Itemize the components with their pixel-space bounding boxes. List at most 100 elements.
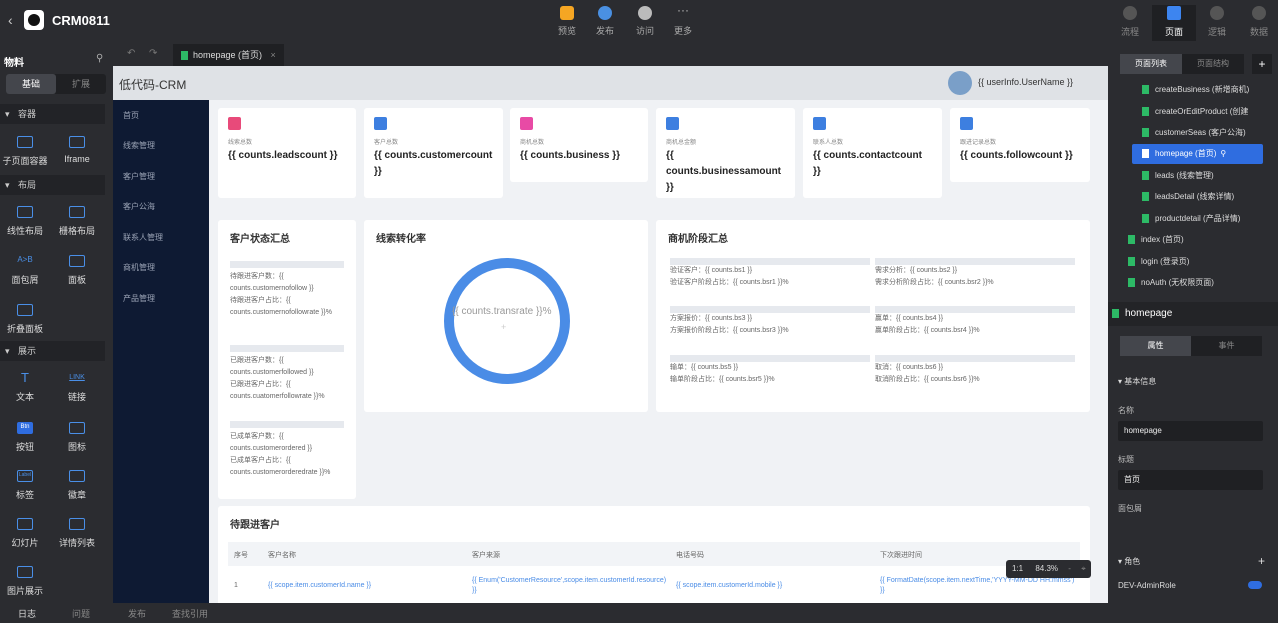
design-canvas[interactable]: 低代码-CRM {{ userInfo.UserName }} 首页 线索管理 …	[113, 66, 1108, 603]
tab-logic[interactable]: 逻辑	[1200, 6, 1234, 38]
tree-item-page[interactable]: productdetail (产品详情)	[1108, 209, 1273, 229]
zoom-ratio[interactable]: 1:1	[1012, 564, 1023, 573]
avatar[interactable]	[948, 71, 972, 95]
table-cell: {{ scope.item.customerId.mobile }}	[676, 582, 783, 589]
badge-icon	[69, 470, 85, 482]
tab-data[interactable]: 数据	[1242, 6, 1276, 38]
tab-basic[interactable]: 基础	[6, 74, 56, 94]
more-button[interactable]: ··· 更多	[669, 4, 697, 37]
component-breadcrumb[interactable]: A>B 面包屑	[0, 255, 50, 286]
tree-item-page[interactable]: noAuth (无权限页面)	[1108, 273, 1273, 293]
add-page-button[interactable]: +	[1252, 54, 1272, 74]
editor-tab-bar: ↶ ↷ homepage (首页) ×	[113, 44, 1108, 66]
status-line: 已成单客户占比：{{ counts.customerorderedrate }}…	[230, 457, 331, 476]
plus-icon: +	[501, 322, 507, 332]
nav-item-products[interactable]: 产品管理	[123, 293, 155, 304]
nav-item-leads[interactable]: 线索管理	[123, 140, 155, 151]
section-roles[interactable]: ▾ 角色	[1118, 556, 1140, 567]
component-folding-panel[interactable]: 折叠面板	[0, 304, 50, 335]
nav-item-customers[interactable]: 客户管理	[123, 171, 155, 182]
table-header: 序号 客户名称 客户来源 电话号码 下次跟进时间	[228, 542, 1080, 566]
add-role-button[interactable]: +	[1258, 554, 1265, 568]
tree-item-page[interactable]: leadsDetail (线索详情)	[1108, 187, 1273, 207]
fit-icon[interactable]: ⌖	[1081, 564, 1086, 573]
tab-properties[interactable]: 属性	[1120, 336, 1191, 356]
component-tag[interactable]: Label 标签	[0, 470, 50, 501]
section-basic-info[interactable]: ▾ 基本信息	[1118, 376, 1156, 387]
section-layout[interactable]: ▾ 布局	[0, 175, 105, 195]
nav-item-business[interactable]: 商机管理	[123, 262, 155, 273]
name-field[interactable]: homepage	[1118, 421, 1263, 441]
panel-title: 商机阶段汇总	[668, 234, 728, 245]
component-iframe[interactable]: Iframe	[52, 136, 102, 164]
tab-publish[interactable]: 发布	[128, 607, 146, 620]
tab-find-references[interactable]: 查找引用	[172, 607, 208, 620]
tab-page-structure[interactable]: 页面结构	[1182, 54, 1244, 74]
nav-item-contacts[interactable]: 联系人管理	[123, 232, 163, 243]
panel-title: 客户状态汇总	[230, 234, 290, 245]
kpi-card-leads: 线索总数 {{ counts.leadscount }}	[218, 108, 356, 198]
component-icon[interactable]: 图标	[52, 422, 102, 453]
page-icon	[1167, 6, 1181, 20]
undo-icon[interactable]: ↶	[127, 48, 135, 59]
component-text[interactable]: T 文本	[0, 371, 50, 403]
folding-panel-icon	[17, 304, 33, 316]
component-slides[interactable]: 幻灯片	[0, 518, 50, 549]
zoom-minus-icon[interactable]: -	[1068, 564, 1071, 573]
tree-item-page[interactable]: customerSeas (客户公海)	[1108, 123, 1273, 143]
tree-item-page[interactable]: index (首页)	[1108, 230, 1273, 250]
stage-rate: 赢单阶段占比：{{ counts.bsr4 }}%	[875, 327, 980, 334]
component-link[interactable]: LINK 链接	[52, 372, 102, 403]
tree-item-page[interactable]: createOrEditProduct (创建	[1108, 102, 1273, 122]
nav-item-home[interactable]: 首页	[123, 110, 139, 121]
component-detail-list[interactable]: 详情列表	[52, 518, 102, 549]
chevron-down-icon: ▾	[5, 109, 10, 119]
table-row[interactable]: 1 {{ scope.item.customerId.name }} {{ En…	[228, 568, 1080, 603]
tab-page-list[interactable]: 页面列表	[1120, 54, 1182, 74]
icon-component-icon	[69, 422, 85, 434]
close-icon[interactable]: ×	[271, 50, 276, 60]
tab-page[interactable]: 页面	[1157, 6, 1191, 38]
preview-button[interactable]: 预览	[553, 6, 581, 37]
editor-tab-homepage[interactable]: homepage (首页) ×	[173, 44, 284, 66]
zoom-control[interactable]: 1:1 84.3% - ⌖	[1006, 560, 1091, 578]
tree-item-page[interactable]: createBusiness (新增商机)	[1108, 80, 1273, 100]
stage-count: 赢单：{{ counts.bs4 }}	[875, 315, 944, 322]
component-button[interactable]: Btn 按钮	[0, 422, 50, 453]
materials-tabs: 基础 扩展	[6, 74, 106, 94]
component-badge[interactable]: 徽章	[52, 470, 102, 501]
publish-button[interactable]: 发布	[591, 6, 619, 37]
home-pin-icon: ⚲	[1220, 149, 1227, 158]
component-subpage[interactable]: 子页面容器	[0, 136, 50, 167]
component-grid-layout[interactable]: 栅格布局	[52, 206, 102, 237]
section-container[interactable]: ▾ 容器	[0, 104, 105, 124]
component-image[interactable]: 图片展示	[0, 566, 50, 597]
tab-issues[interactable]: 问题	[72, 607, 90, 620]
tree-item-page[interactable]: leads (线索管理)	[1108, 166, 1273, 186]
data-icon	[1252, 6, 1266, 20]
conversion-ring	[444, 258, 570, 384]
back-icon[interactable]: ‹	[8, 12, 13, 28]
kpi-label: 商机总数	[520, 140, 545, 146]
tab-log[interactable]: 日志	[18, 607, 36, 620]
nav-item-customer-seas[interactable]: 客户公海	[123, 201, 155, 212]
component-panel[interactable]: 面板	[52, 255, 102, 286]
page-file-icon	[1142, 128, 1149, 138]
visit-button[interactable]: 访问	[631, 6, 659, 37]
search-icon[interactable]: ⚲	[96, 53, 103, 64]
role-toggle[interactable]	[1248, 581, 1262, 589]
redo-icon[interactable]: ↷	[149, 48, 157, 59]
tab-events[interactable]: 事件	[1191, 336, 1262, 356]
title-field[interactable]: 首页	[1118, 470, 1263, 490]
tree-item-page[interactable]: login (登录页)	[1108, 252, 1273, 272]
section-display[interactable]: ▾ 展示	[0, 341, 105, 361]
chevron-down-icon: ▾	[5, 346, 10, 356]
name-label: 名称	[1118, 406, 1134, 415]
kpi-label: 跟进记录总数	[960, 140, 997, 146]
component-linear-layout[interactable]: 线性布局	[0, 206, 50, 237]
tree-item-page-selected[interactable]: homepage (首页) ⚲	[1132, 144, 1263, 164]
column-header: 客户名称	[268, 552, 296, 559]
tab-flow[interactable]: 流程	[1113, 6, 1147, 38]
app-header: 低代码-CRM {{ userInfo.UserName }}	[113, 66, 1108, 100]
tab-extend[interactable]: 扩展	[56, 74, 106, 94]
